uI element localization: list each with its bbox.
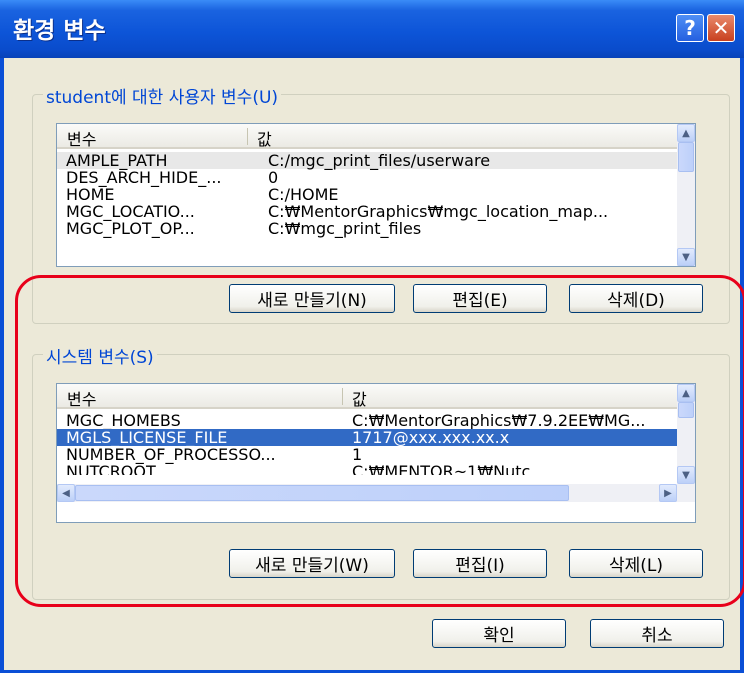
var-value: C:/HOME xyxy=(268,185,339,204)
scroll-thumb[interactable] xyxy=(75,485,569,501)
user-row[interactable]: MGC_LOCATIO... C:₩MentorGraphics₩mgc_loc… xyxy=(57,203,677,220)
var-value: 0 xyxy=(268,168,279,187)
scroll-thumb[interactable] xyxy=(678,402,694,418)
system-variables-group: 시스템 변수(S) 변수 값 MGC_HOMEBS C:₩MentorGraph… xyxy=(32,343,730,600)
title-bar[interactable]: 환경 변수 ? ✕ xyxy=(0,0,744,58)
var-name: MGC_PLOT_OP... xyxy=(66,219,195,238)
var-name: MGLS_LICENSE_FILE xyxy=(66,428,228,447)
user-edit-button[interactable]: 편집(E) xyxy=(413,284,547,313)
scroll-down-arrow-icon[interactable]: ▼ xyxy=(677,248,695,266)
var-value: C:₩MentorGraphics₩mgc_location_map... xyxy=(268,202,609,221)
system-edit-button[interactable]: 편집(I) xyxy=(413,549,547,578)
help-button[interactable]: ? xyxy=(676,14,704,42)
system-list-header: 변수 값 xyxy=(57,384,677,409)
system-column-variable[interactable]: 변수 xyxy=(57,384,342,409)
var-name: NUMBER_OF_PROCESSO... xyxy=(66,445,276,464)
scroll-up-arrow-icon[interactable]: ▲ xyxy=(677,384,695,402)
close-button[interactable]: ✕ xyxy=(707,14,735,42)
scroll-down-arrow-icon[interactable]: ▼ xyxy=(677,466,695,484)
var-name: HOME xyxy=(66,185,115,204)
system-delete-button[interactable]: 삭제(L) xyxy=(569,549,703,578)
user-column-variable[interactable]: 변수 xyxy=(57,124,247,149)
var-value: C:₩mgc_print_files xyxy=(268,219,422,238)
dialog-client-area: student에 대한 사용자 변수(U) 변수 값 AMPLE_PATH C:… xyxy=(4,58,740,670)
system-row-selected[interactable]: MGLS_LICENSE_FILE 1717@xxx.xxx.xx.x xyxy=(57,429,677,446)
var-value: C:₩MentorGraphics₩7.9.2EE₩MG... xyxy=(352,411,646,430)
var-name: MGC_HOMEBS xyxy=(66,411,181,430)
scroll-right-arrow-icon[interactable]: ▶ xyxy=(659,484,677,502)
scroll-up-arrow-icon[interactable]: ▲ xyxy=(677,124,695,142)
user-list-header: 변수 값 xyxy=(57,124,677,149)
system-new-button[interactable]: 새로 만들기(W) xyxy=(229,549,395,578)
user-row[interactable]: AMPLE_PATH C:/mgc_print_files/userware xyxy=(57,152,677,169)
system-variables-list[interactable]: 변수 값 MGC_HOMEBS C:₩MentorGraphics₩7.9.2E… xyxy=(56,383,696,523)
var-name: AMPLE_PATH xyxy=(66,151,168,170)
user-row[interactable]: HOME C:/HOME xyxy=(57,186,677,203)
scroll-thumb[interactable] xyxy=(678,142,694,172)
system-variables-legend-text: 시스템 변수(S) xyxy=(46,348,154,368)
user-delete-button[interactable]: 삭제(D) xyxy=(569,284,703,313)
user-variables-group: student에 대한 사용자 변수(U) 변수 값 AMPLE_PATH C:… xyxy=(32,83,730,324)
scroll-left-arrow-icon[interactable]: ◀ xyxy=(57,484,75,502)
system-variables-legend: 시스템 변수(S) xyxy=(43,343,157,368)
system-row[interactable]: NUMBER_OF_PROCESSO... 1 xyxy=(57,446,677,463)
var-name: NUTCROOT xyxy=(66,463,156,475)
system-row[interactable]: NUTCROOT C:₩MENTOR~1₩Nutc xyxy=(57,463,677,475)
user-variables-legend-text: student에 대한 사용자 변수(U) xyxy=(46,88,279,108)
var-value: 1717@xxx.xxx.xx.x xyxy=(352,428,510,447)
system-list-horizontal-scrollbar[interactable]: ◀ ▶ xyxy=(57,484,677,502)
user-row[interactable]: DES_ARCH_HIDE_... 0 xyxy=(57,169,677,186)
cancel-button[interactable]: 취소 xyxy=(590,619,724,648)
user-column-value[interactable]: 값 xyxy=(247,124,677,149)
var-value: C:/mgc_print_files/userware xyxy=(268,151,491,170)
environment-variables-dialog: 환경 변수 ? ✕ student에 대한 사용자 변수(U) 변수 값 AMP… xyxy=(0,0,744,673)
user-variables-legend: student에 대한 사용자 변수(U) xyxy=(43,83,282,108)
ok-button[interactable]: 확인 xyxy=(432,619,566,648)
system-column-value[interactable]: 값 xyxy=(342,384,677,409)
system-row[interactable]: MGC_HOMEBS C:₩MentorGraphics₩7.9.2EE₩MG.… xyxy=(57,412,677,429)
window-title: 환경 변수 xyxy=(13,18,106,44)
var-value: 1 xyxy=(352,445,363,464)
user-new-button[interactable]: 새로 만들기(N) xyxy=(229,284,395,313)
var-value: C:₩MENTOR~1₩Nutc xyxy=(352,463,531,475)
var-name: DES_ARCH_HIDE_... xyxy=(66,168,222,187)
user-variables-list[interactable]: 변수 값 AMPLE_PATH C:/mgc_print_files/userw… xyxy=(56,123,696,267)
system-list-vertical-scrollbar[interactable]: ▲ ▼ xyxy=(677,384,695,502)
var-name: MGC_LOCATIO... xyxy=(66,202,195,221)
user-row[interactable]: MGC_PLOT_OP... C:₩mgc_print_files xyxy=(57,220,677,237)
user-list-vertical-scrollbar[interactable]: ▲ ▼ xyxy=(677,124,695,266)
